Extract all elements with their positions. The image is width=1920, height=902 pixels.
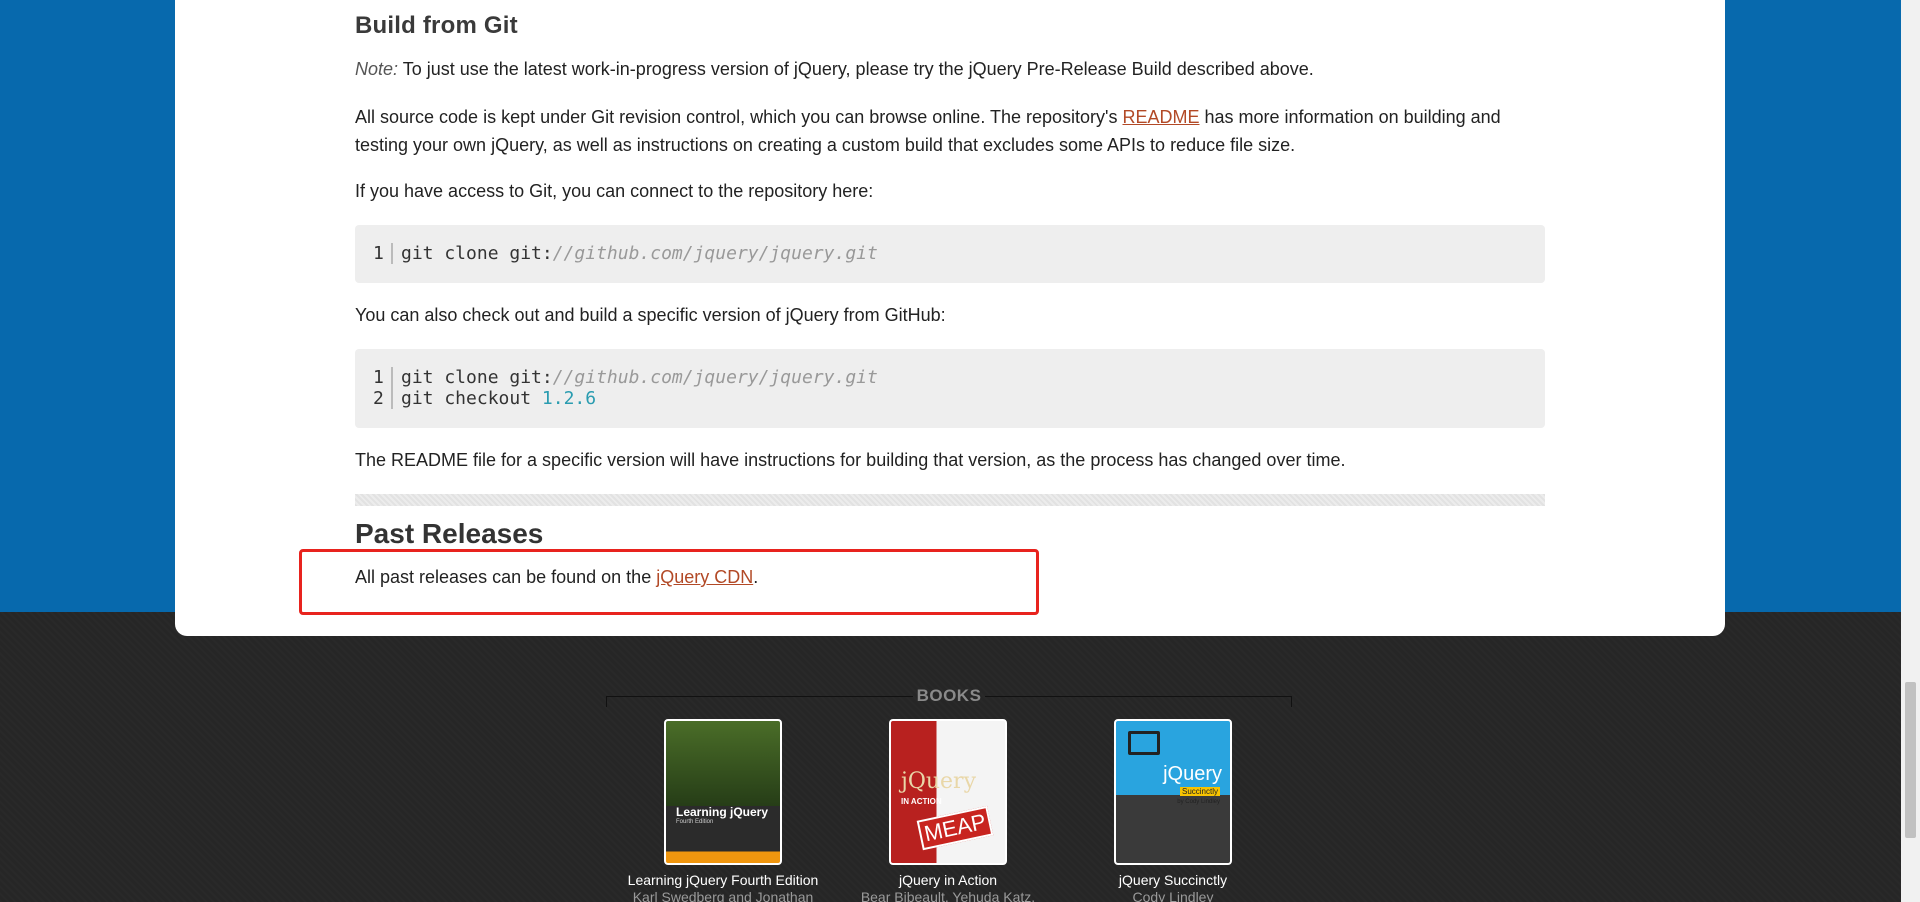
cover-subtitle: Fourth Edition [676,819,714,825]
code-command: git checkout [401,388,542,409]
cover-title: Learning jQuery [676,805,769,819]
cover-meap-badge: MEAP [916,805,994,851]
scrollbar-thumb[interactable] [1905,682,1916,838]
source-text-1: All source code is kept under Git revisi… [355,107,1123,127]
clone-code-block[interactable]: 1 git clone git://github.com/jquery/jquer… [355,225,1545,283]
readme-version-paragraph: The README file for a specific version w… [355,450,1346,470]
books-header: BOOKS [606,686,1292,707]
book-cover-jquery-succinctly[interactable]: jQuery Succinctly by Cody Lindley [1114,719,1232,865]
code-command: git clone git: [401,367,553,388]
line-separator [391,367,393,388]
code-line: 1 git clone git://github.com/jquery/jquer… [373,367,878,388]
book-cover-learning-jquery[interactable]: Learning jQuery Fourth Edition [664,719,782,865]
line-number: 1 [373,367,384,388]
build-from-git-heading: Build from Git [355,12,518,39]
note-paragraph: Note: To just use the latest work-in-pro… [355,55,1545,83]
code-line: 1 git clone git://github.com/jquery/jquer… [373,243,878,264]
cover-title: jQuery [1163,763,1222,785]
access-paragraph: If you have access to Git, you can conne… [355,181,874,201]
source-paragraph: All source code is kept under Git revisi… [355,103,1545,159]
line-separator [391,388,393,409]
book-cover-jquery-in-action[interactable]: jQuery IN ACTION MEAP [889,719,1007,865]
books-label: BOOKS [916,686,982,705]
line-number: 2 [373,388,384,409]
code-line: 2 git checkout 1.2.6 [373,388,596,409]
cover-author: by Cody Lindley [1177,799,1220,805]
tv-icon [1128,731,1160,755]
note-text: To just use the latest work-in-progress … [398,59,1314,79]
line-separator [391,243,393,264]
cover-title: jQuery [901,769,976,794]
code-comment: //github.com/jquery/jquery.git [552,367,878,388]
code-version-number: 1.2.6 [541,388,597,409]
note-label: Note: [355,59,399,79]
readme-link[interactable]: README [1122,107,1199,127]
past-releases-heading: Past Releases [355,518,544,549]
cover-subtitle: Succinctly [1179,787,1220,796]
section-divider [355,494,1545,506]
main-content-panel: Build from Git Note: To just use the lat… [175,0,1725,636]
highlight-annotation-box [299,549,1039,615]
code-command: git clone git: [401,243,553,264]
checkout-paragraph: You can also check out and build a speci… [355,305,946,325]
book-author: Cody Lindley [1132,889,1214,902]
line-number: 1 [373,243,384,264]
code-comment: //github.com/jquery/jquery.git [552,243,878,264]
checkout-code-block[interactable]: 1 git clone git://github.com/jquery/jquer… [355,349,1545,428]
book-title[interactable]: jQuery Succinctly [1033,872,1313,889]
cover-subtitle: IN ACTION [901,797,942,806]
book-jquery-succinctly[interactable]: jQuery Succinctly by Cody Lindley jQuery… [1033,719,1313,902]
